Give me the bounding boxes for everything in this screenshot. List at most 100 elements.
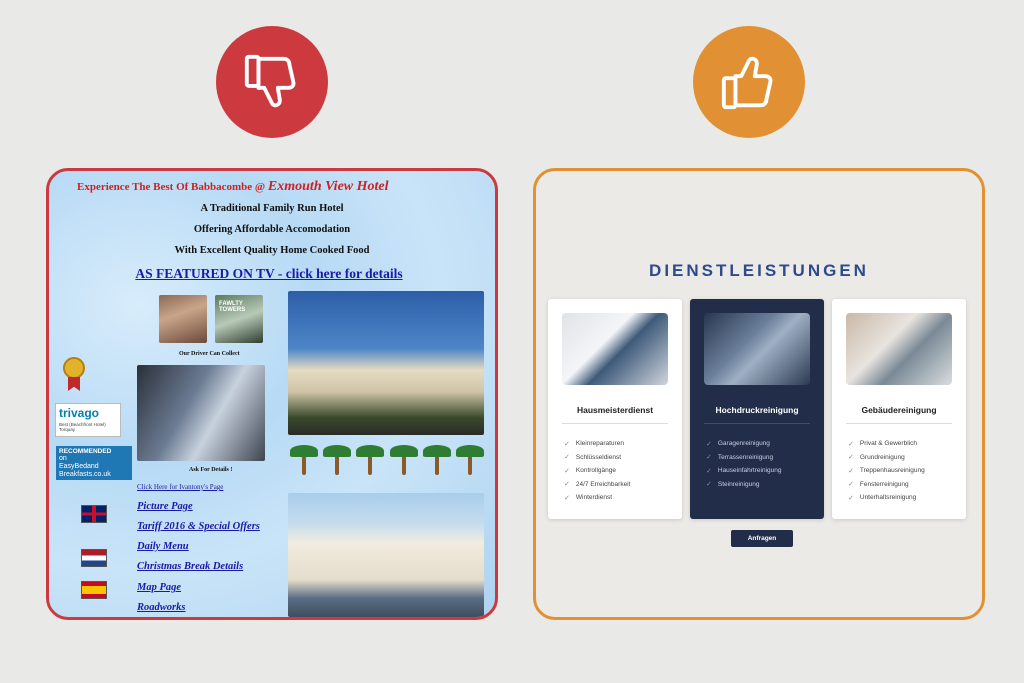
- list-item: ✓ Hauseinfahrtreinigung: [706, 464, 781, 478]
- tagline-2: Offering Affordable Accomodation: [193, 224, 351, 235]
- service-item: Fensterreinigung: [859, 480, 909, 488]
- nav-link-map[interactable]: Map Page: [137, 582, 181, 593]
- tagline-3: With Excellent Quality Home Cooked Food: [174, 245, 370, 256]
- check-icon: ✓: [848, 467, 854, 475]
- palm-row: [290, 443, 484, 475]
- fawlty-towers-photo: FAWLTY TOWERS: [215, 295, 263, 343]
- service-image: [846, 313, 952, 385]
- check-icon: ✓: [706, 440, 712, 448]
- service-image: [562, 313, 668, 385]
- list-item: ✓ Schlüsseldienst: [564, 451, 630, 465]
- service-card-hausmeister[interactable]: Hausmeisterdienst ✓ Kleinreparaturen ✓ Sch…: [548, 299, 682, 519]
- tagline-1: A Traditional Family Run Hotel: [200, 203, 344, 214]
- check-icon: ✓: [706, 481, 712, 489]
- services-title: DIENSTLEISTUNGEN: [649, 261, 869, 280]
- service-item: Schlüsseldienst: [575, 453, 622, 461]
- new-website-card: DIENSTLEISTUNGEN Hausmeisterdienst ✓ Klei…: [533, 168, 985, 620]
- service-item: 24/7 Erreichbarkeit: [575, 480, 631, 488]
- check-icon: ✓: [706, 467, 712, 475]
- check-icon: ✓: [564, 467, 570, 475]
- service-item: Winterdienst: [575, 494, 612, 502]
- divider: [562, 423, 668, 424]
- thumbs-up-icon: [721, 56, 773, 110]
- divider: [846, 423, 952, 424]
- palm-icon: [389, 443, 418, 475]
- service-item: Unterhaltsreinigung: [859, 494, 917, 502]
- nav-link-tariff[interactable]: Tariff 2016 & Special Offers: [137, 521, 260, 532]
- service-name: Gebäudereinigung: [861, 405, 937, 415]
- service-item: Terrassenreinigung: [717, 453, 774, 461]
- list-item: ✓ Garagenreinigung: [706, 437, 781, 451]
- old-header-prefix: Experience The Best Of Babbacombe @: [77, 181, 266, 193]
- hotel-name: Exmouth View Hotel: [267, 179, 389, 194]
- trivago-badge[interactable]: trivago Best (Beachfront Hotel) Torquay: [55, 403, 121, 437]
- bus-photo: [137, 365, 265, 461]
- family-photo: [159, 295, 207, 343]
- ask-caption: Ask For Details !: [189, 467, 233, 473]
- service-item: Kontrollgänge: [575, 467, 616, 475]
- list-item: ✓ Kontrollgänge: [564, 464, 630, 478]
- service-item: Privat & Gewerblich: [859, 440, 917, 448]
- check-icon: ✓: [848, 454, 854, 462]
- hotel-photo-2: [288, 493, 484, 617]
- list-item: ✓ Treppenhausreinigung: [848, 464, 925, 478]
- nav-link-picture-page[interactable]: Picture Page: [137, 501, 193, 512]
- award-ribbon-icon: [68, 377, 80, 391]
- list-item: ✓ Unterhaltsreinigung: [848, 491, 925, 505]
- service-item: Grundreinigung: [859, 453, 905, 461]
- award-medal-icon: [63, 357, 85, 379]
- request-button[interactable]: Anfragen: [731, 530, 793, 547]
- tv-link[interactable]: AS FEATURED ON TV - click here for detai…: [49, 266, 489, 282]
- check-icon: ✓: [848, 440, 854, 448]
- list-item: ✓ Kleinreparaturen: [564, 437, 630, 451]
- service-card-gebaeude[interactable]: Gebäudereinigung ✓ Privat & Gewerblich ✓ G…: [832, 299, 966, 519]
- hotel-photo-1: [288, 291, 484, 435]
- old-website-card: Experience The Best Of Babbacombe @ Exmo…: [46, 168, 498, 620]
- netherlands-flag-icon[interactable]: [81, 549, 107, 567]
- thumbs-down-badge: [216, 26, 328, 138]
- trivago-logo: trivago: [59, 406, 100, 420]
- list-item: ✓ 24/7 Erreichbarkeit: [564, 478, 630, 492]
- check-icon: ✓: [564, 481, 570, 489]
- palm-icon: [455, 443, 484, 475]
- spain-flag-icon[interactable]: [81, 581, 107, 599]
- recommended-badge[interactable]: RECOMMENDED on EasyBedand Breakfasts.co.…: [56, 446, 132, 480]
- list-item: ✓ Grundreinigung: [848, 451, 925, 465]
- palm-icon: [323, 443, 352, 475]
- driver-caption: Our Driver Can Collect: [179, 351, 240, 357]
- service-name: Hochdruckreinigung: [715, 405, 799, 415]
- nav-link-daily-menu[interactable]: Daily Menu: [137, 541, 189, 552]
- service-image: [704, 313, 810, 385]
- list-item: ✓ Fensterreinigung: [848, 478, 925, 492]
- check-icon: ✓: [706, 454, 712, 462]
- list-item: ✓ Privat & Gewerblich: [848, 437, 925, 451]
- service-name: Hausmeisterdienst: [576, 405, 654, 415]
- service-item: Garagenreinigung: [717, 440, 770, 448]
- service-item: Steinreinigung: [717, 480, 760, 488]
- list-item: ✓ Winterdienst: [564, 491, 630, 505]
- nav-link-christmas[interactable]: Christmas Break Details: [137, 561, 243, 572]
- ivantony-link[interactable]: Click Here for Ivantony's Page: [137, 483, 223, 491]
- uk-flag-icon[interactable]: [81, 505, 107, 523]
- list-item: ✓ Steinreinigung: [706, 478, 781, 492]
- service-item: Hauseinfahrtreinigung: [717, 467, 782, 475]
- old-header: Experience The Best Of Babbacombe @ Exmo…: [77, 179, 389, 195]
- palm-icon: [422, 443, 451, 475]
- recommended-title: RECOMMENDED: [59, 448, 112, 455]
- nav-link-roadworks[interactable]: Roadworks: [137, 602, 185, 613]
- service-item: Kleinreparaturen: [575, 440, 624, 448]
- service-card-hochdruck[interactable]: Hochdruckreinigung ✓ Garagenreinigung ✓ Te…: [690, 299, 824, 519]
- check-icon: ✓: [848, 494, 854, 502]
- check-icon: ✓: [564, 440, 570, 448]
- service-item: Treppenhausreinigung: [859, 467, 925, 475]
- trivago-subtitle: Best (Beachfront Hotel) Torquay: [59, 422, 106, 432]
- thumbs-down-icon: [244, 54, 296, 108]
- palm-icon: [290, 443, 318, 475]
- check-icon: ✓: [848, 481, 854, 489]
- palm-icon: [356, 443, 385, 475]
- fawlty-sign-text: FAWLTY TOWERS: [219, 301, 246, 313]
- thumbs-up-badge: [693, 26, 805, 138]
- recommended-site: EasyBedand Breakfasts.co.uk: [59, 463, 111, 478]
- check-icon: ✓: [564, 454, 570, 462]
- divider: [704, 423, 810, 424]
